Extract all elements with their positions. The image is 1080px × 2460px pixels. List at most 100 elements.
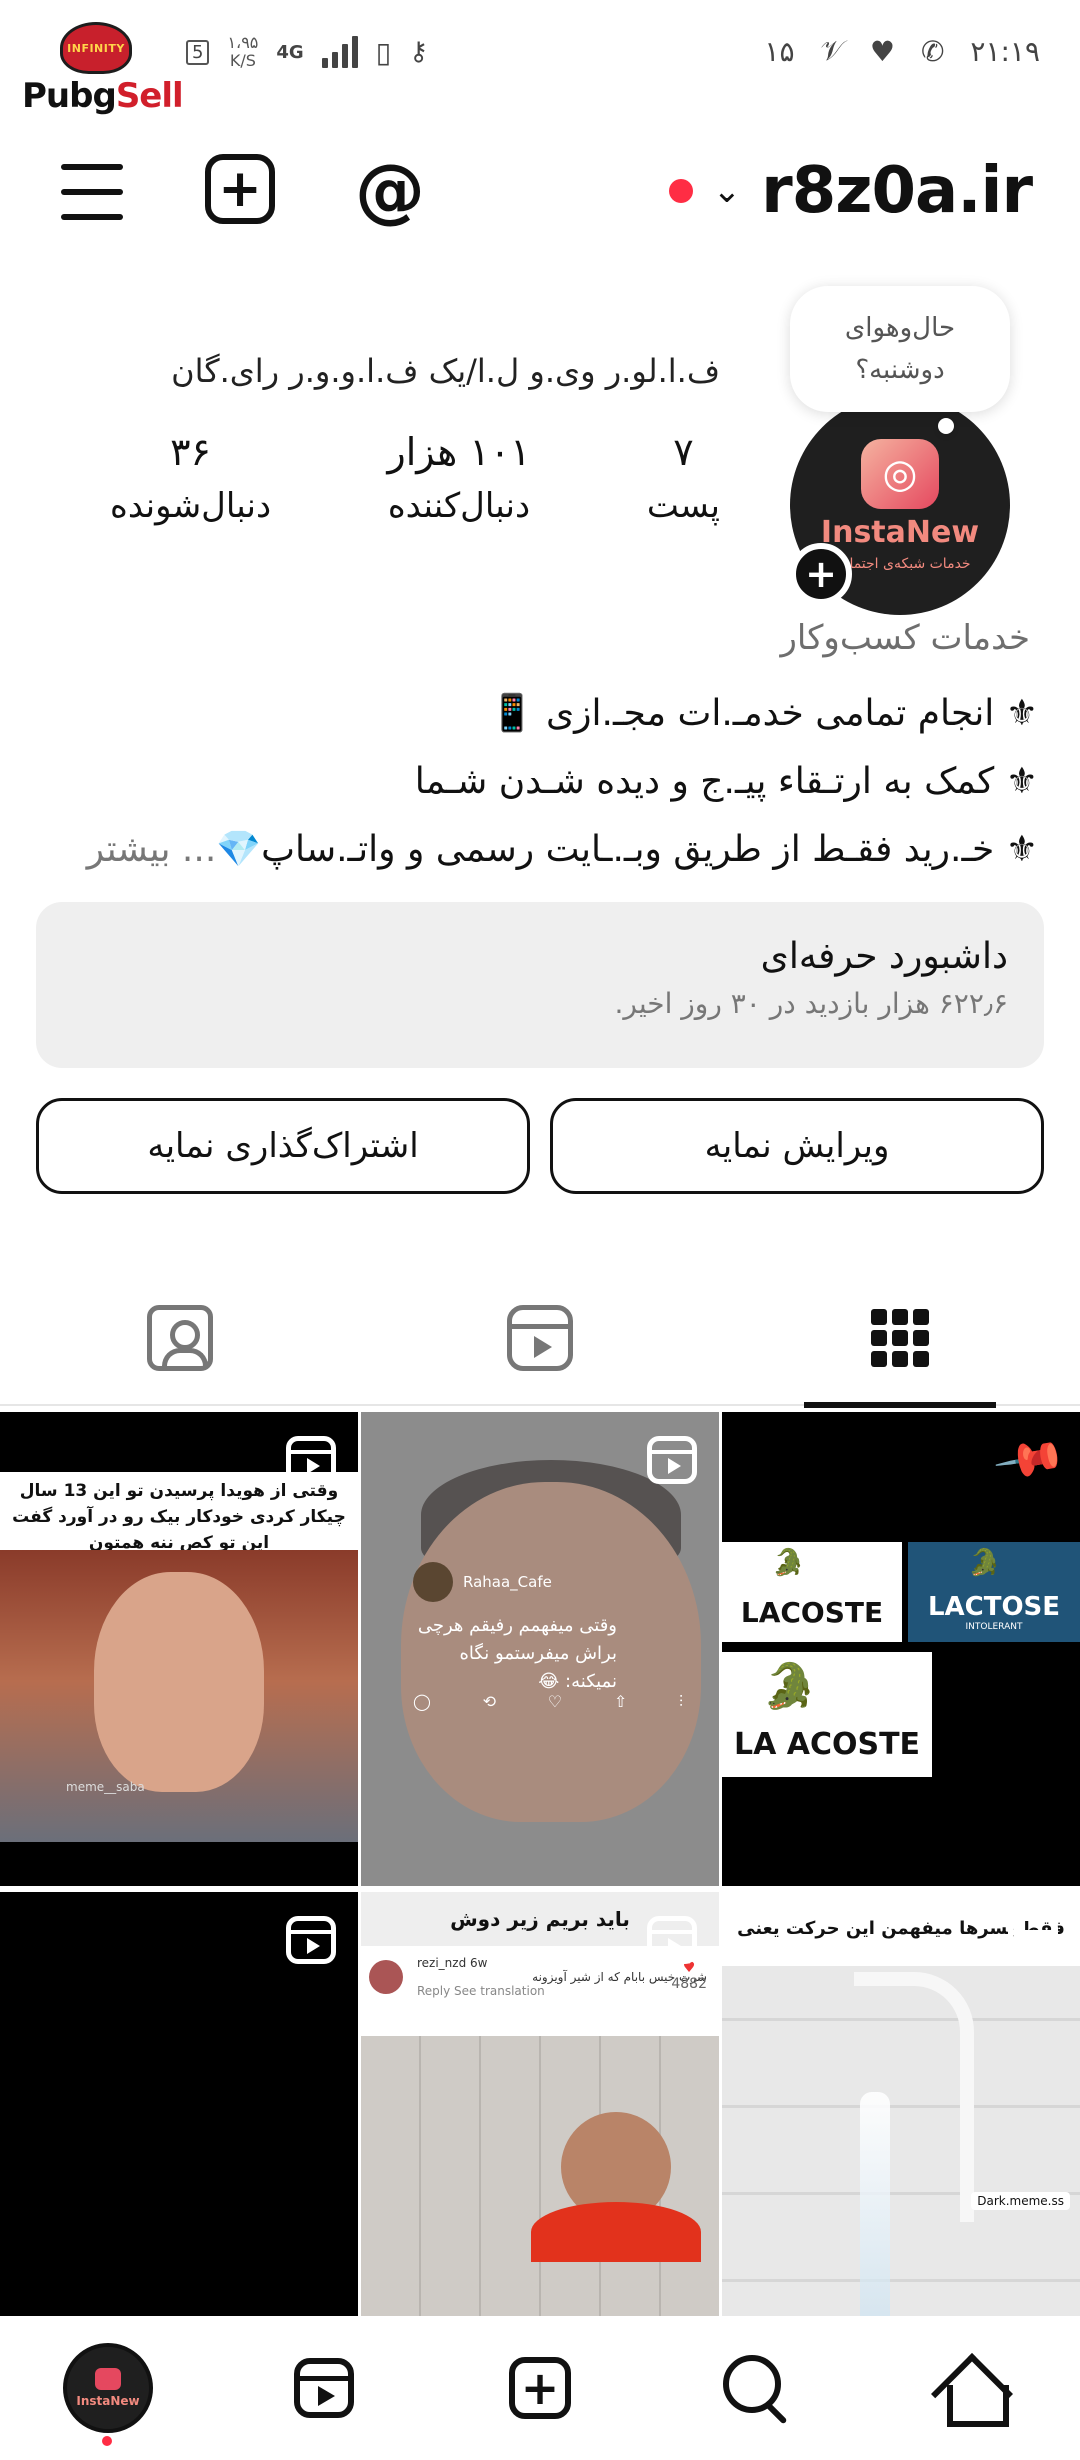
stat-followers[interactable]: ۱۰۱ هزار دنبال‌کننده	[387, 430, 530, 550]
home-icon	[937, 2355, 1009, 2427]
profile-avatar[interactable]: ◎ InstaNew خدمات شبکه‌ی اجتماعی +	[790, 395, 1010, 615]
professional-dashboard-card[interactable]: داشبورد حرفه‌ای ۶۲۲٫۶ هزار بازدید در ۳۰ …	[36, 902, 1044, 1068]
health-icon: ♥	[869, 34, 895, 68]
tab-reels[interactable]	[360, 1270, 720, 1406]
comment-icon: ◯	[413, 1692, 431, 1711]
profile-stats: ۷ پست ۱۰۱ هزار دنبال‌کننده ۳۶ دنبال‌شوند…	[110, 430, 720, 550]
status-bar: INFINITY PubgSell 5 ۱،۹۵ K/S 4G ▯ ⚷ ۱۵ 𝒱…	[0, 0, 1080, 116]
chevron-down-icon: ⌄	[712, 171, 742, 211]
pubgsell-logo: INFINITY PubgSell	[22, 20, 184, 116]
logo-word-a: Pubg	[22, 76, 117, 116]
profile-full-name: ف.ا.لو.ر وی.و ل.ا/یک ف.ا.و.و.ر رای.گان	[171, 352, 720, 390]
create-post-icon[interactable]: +	[205, 154, 275, 224]
vibrate-icon: ▯	[375, 35, 392, 69]
reels-icon	[294, 2358, 354, 2418]
bio-line: ⚜ خـ.رید فقـط از طریق وبـ.ـایت رسمی و وا…	[216, 829, 1038, 870]
net-speed: ۱،۹۵ K/S	[227, 34, 258, 70]
logo-word-b: Sell	[115, 76, 184, 116]
search-icon	[723, 2355, 789, 2421]
profile-content-tabs	[0, 1270, 1080, 1408]
post-embedded-user: Rahaa_Cafe	[413, 1562, 552, 1602]
comment-like: ♥ 4882	[671, 1960, 707, 1992]
post-tile[interactable]: فقط پسرها میفهمن این حرکت یعنی چی !! Dar…	[722, 1892, 1080, 2366]
account-switcher[interactable]: ⌄ r8z0a.ir	[668, 146, 1033, 236]
edit-profile-button[interactable]: ویرایش نمایه	[550, 1098, 1044, 1194]
nav-reels[interactable]	[216, 2316, 432, 2460]
net-speed-unit: K/S	[229, 51, 256, 70]
post-watermark: meme__saba	[66, 1780, 145, 1794]
activity-dot	[102, 2436, 112, 2446]
reel-badge-icon	[647, 1916, 697, 1964]
add-story-icon[interactable]: +	[790, 543, 852, 605]
bio-more-link[interactable]: ... بیشتر	[87, 829, 217, 870]
grid-icon	[871, 1309, 929, 1367]
post-tile-pinned[interactable]: 🐊 LACOSTE 🐊 LACTOSE INTOLERANT 🐊 LA ACOSTE 📌	[722, 1412, 1080, 1886]
profile-top-bar: + @ ⌄ r8z0a.ir	[0, 140, 1080, 250]
post-watermark: Dark.meme.ss	[971, 2192, 1070, 2210]
share-profile-button[interactable]: اشتراک‌گذاری نمایه	[36, 1098, 530, 1194]
dashboard-subtitle: ۶۲۲٫۶ هزار بازدید در ۳۰ روز اخیر.	[614, 987, 1008, 1020]
nav-profile[interactable]: InstaNew	[0, 2316, 216, 2460]
reel-badge-icon	[286, 1436, 336, 1484]
nav-create[interactable]: +	[432, 2316, 648, 2460]
logo-badge-text: INFINITY	[67, 41, 125, 55]
comment-like-count: 4882	[671, 1976, 707, 1992]
crocodile-icon: 🐊	[762, 1661, 817, 1712]
account-username: r8z0a.ir	[761, 154, 1033, 228]
reel-badge-icon	[286, 1916, 336, 1964]
post-tile[interactable]: باید بریم زیر دوش rezi_nzd 6w شرت خیس با…	[361, 1892, 719, 2366]
posts-grid: وقتی از هویدا پرسیدن تو این 13 سال چیکار…	[0, 1412, 1080, 2366]
sim-icon: 5	[186, 39, 210, 65]
whatsapp-icon: ✆	[920, 34, 945, 68]
avatar-brand: InstaNew	[820, 514, 980, 550]
menu-icon[interactable]	[60, 164, 124, 220]
comment-text: شرت خیس بابام که از شیر آویزونه	[532, 1970, 707, 1984]
dashboard-title: داشبورد حرفه‌ای	[760, 936, 1008, 977]
logo-subtext: INTOLERANT	[965, 1622, 1023, 1632]
bio-line: ⚜ انجام تمامی خدمـ.ات مجـ.ازی 📱	[489, 693, 1038, 734]
reels-icon	[507, 1305, 573, 1371]
crocodile-icon: 🐊	[968, 1548, 1001, 1578]
post-tile[interactable]	[0, 1892, 358, 2366]
repost-icon: ⟲	[482, 1692, 497, 1711]
stat-following[interactable]: ۳۶ دنبال‌شونده	[110, 430, 271, 550]
plus-icon: +	[509, 2357, 571, 2419]
nav-search[interactable]	[648, 2316, 864, 2460]
tab-tagged[interactable]	[0, 1270, 360, 1406]
mini-avatar-label: InstaNew	[76, 2394, 140, 2408]
reel-badge-icon	[1008, 1916, 1058, 1964]
tab-posts-grid[interactable]	[720, 1270, 1080, 1408]
tagged-person-icon	[147, 1305, 213, 1371]
notification-count: ۱۵	[764, 34, 795, 68]
clock: ۲۱:۱۹	[970, 34, 1040, 68]
post-tile[interactable]: Rahaa_Cafe وقتی میفهمم رفیقم هرچی براش م…	[361, 1412, 719, 1886]
pin-icon: 📌	[992, 1420, 1071, 1498]
stat-label: دنبال‌شونده	[110, 486, 272, 526]
stat-value: ۱۰۱ هزار	[387, 430, 531, 474]
stat-value: ۳۶	[170, 430, 211, 474]
stat-label: پست	[646, 486, 720, 526]
profile-bio: ⚜ انجام تمامی خدمـ.ات مجـ.ازی 📱 ⚜ کمک به…	[38, 680, 1038, 884]
instagram-logo-icon: ◎	[861, 438, 939, 509]
stat-posts[interactable]: ۷ پست	[647, 430, 720, 550]
unread-dot	[668, 179, 693, 203]
profile-category: خدمات کسب‌وکار	[780, 618, 1030, 658]
signal-icon	[321, 36, 358, 68]
profile-note-bubble[interactable]: حال‌وهوای دوشنبه؟	[790, 286, 1010, 434]
logo-text: LA ACOSTE	[733, 1727, 921, 1762]
network-type: 4G	[276, 41, 304, 63]
logo-text: LACOSTE	[740, 1595, 884, 1629]
threads-icon[interactable]: @	[350, 149, 430, 231]
bio-line-last: ⚜ خـ.رید فقـط از طریق وبـ.ـایت رسمی و وا…	[38, 816, 1038, 884]
embedded-username: Rahaa_Cafe	[463, 1573, 552, 1591]
crocodile-icon: 🐊	[772, 1548, 805, 1578]
nav-home[interactable]	[864, 2316, 1080, 2460]
post-embedded-text: وقتی میفهمم رفیقم هرچی براش میفرستمو نگا…	[417, 1615, 617, 1692]
embedded-actions: ◯ ⟲ ♡ ⇧ ⫶	[413, 1692, 683, 1712]
post-tile[interactable]: وقتی از هویدا پرسیدن تو این 13 سال چیکار…	[0, 1412, 358, 1886]
share-icon: ⇧	[613, 1692, 628, 1711]
bottom-navigation: InstaNew +	[0, 2316, 1080, 2460]
lacoste-collage: 🐊 LACOSTE 🐊 LACTOSE INTOLERANT 🐊 LA ACOSTE	[722, 1542, 1080, 1812]
profile-avatar-icon: InstaNew	[63, 2343, 153, 2433]
heart-icon: ♡	[547, 1692, 563, 1711]
